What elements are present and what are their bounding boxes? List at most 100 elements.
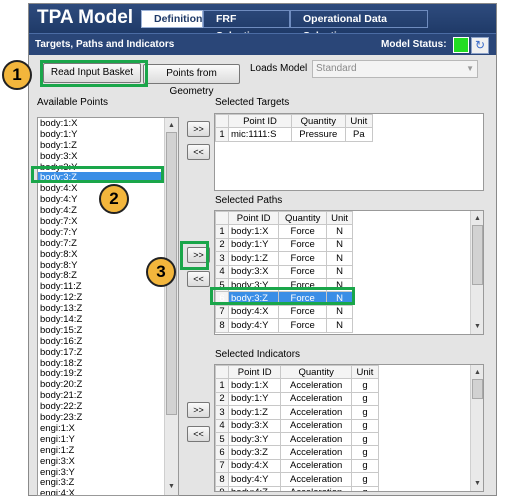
list-item[interactable]: body:7:X <box>38 216 178 227</box>
points-from-geometry-button[interactable]: Points from Geometry <box>143 64 240 97</box>
scroll-down-icon[interactable]: ▼ <box>165 481 178 493</box>
table-row[interactable]: 4 body:3:X Force N <box>215 264 353 279</box>
selected-indicators-label: Selected Indicators <box>215 349 301 360</box>
list-item[interactable]: body:14:Z <box>38 314 178 325</box>
list-item[interactable]: body:23:Z <box>38 412 178 423</box>
highlight-available-point <box>31 166 164 183</box>
list-item[interactable]: engi:3:Y <box>38 467 178 478</box>
column-header: Unit <box>350 365 380 380</box>
table-cell-quantity: Acceleration <box>280 418 352 433</box>
list-item[interactable]: engi:3:Z <box>38 477 178 488</box>
table-row[interactable]: 3 body:1:Z Force N <box>215 251 353 266</box>
list-item[interactable]: body:21:Z <box>38 390 178 401</box>
remove-indicator-button[interactable]: << <box>187 426 210 442</box>
table-row[interactable]: 4 body:3:X Acceleration g <box>215 418 380 433</box>
column-header: Unit <box>344 114 374 129</box>
list-item[interactable]: body:15:Z <box>38 325 178 336</box>
indicators-scrollbar[interactable]: ▲ ▼ <box>470 365 483 491</box>
table-cell-point: body:4:Y <box>227 318 280 333</box>
scroll-up-icon[interactable]: ▲ <box>471 213 483 225</box>
scroll-thumb[interactable] <box>472 225 483 285</box>
table-row[interactable]: 1 body:1:X Force N <box>215 224 353 239</box>
list-item[interactable]: body:20:Z <box>38 379 178 390</box>
row-number-header <box>215 114 229 129</box>
list-item[interactable]: body:22:Z <box>38 401 178 412</box>
list-item[interactable]: body:18:Z <box>38 358 178 369</box>
list-item[interactable]: body:13:Z <box>38 303 178 314</box>
table-cell-quantity: Acceleration <box>280 405 352 420</box>
list-item[interactable]: body:16:Z <box>38 336 178 347</box>
table-row[interactable]: 9body:4:ZAccelerationg <box>215 485 380 491</box>
list-item[interactable]: body:12:Z <box>38 292 178 303</box>
table-row[interactable]: 2 body:1:Y Force N <box>215 237 353 253</box>
tab-frf-selection[interactable]: FRF Selection <box>203 10 290 42</box>
table-cell-point: body:1:Y <box>227 237 280 253</box>
points-scrollbar[interactable]: ▲ ▼ <box>164 118 178 495</box>
list-item[interactable]: body:3:X <box>38 151 178 162</box>
table-cell-quantity: Acceleration <box>280 445 352 460</box>
table-cell-point: body:4:Z <box>227 485 282 491</box>
selected-paths-panel: Point ID Quantity Unit 1 body:1:X Force N 2 b… <box>214 210 484 335</box>
list-item[interactable]: engi:1:X <box>38 423 178 434</box>
table-row[interactable]: 6 body:3:Z Acceleration g <box>215 445 380 460</box>
table-cell-quantity: Acceleration <box>280 472 352 487</box>
selected-targets-panel: Point ID Quantity Unit 1 mic:1111:S Pressu… <box>214 113 484 191</box>
list-item[interactable]: body:1:Y <box>38 129 178 140</box>
row-number-header <box>215 211 229 226</box>
list-item[interactable]: engi:1:Y <box>38 434 178 445</box>
table-cell-quantity: Force <box>278 318 328 333</box>
tab-definition[interactable]: Definition <box>141 10 203 28</box>
table-row[interactable]: 7 body:4:X Acceleration g <box>215 458 380 474</box>
table-row[interactable]: 2 body:1:Y Acceleration g <box>215 391 380 407</box>
column-header: Unit <box>326 211 353 226</box>
list-item[interactable]: engi:4:X <box>38 488 178 495</box>
table-row[interactable]: 8 body:4:Y Force N <box>215 318 353 333</box>
table-row[interactable]: 1 body:1:X Acceleration g <box>215 378 380 393</box>
list-item[interactable]: engi:1:Z <box>38 445 178 456</box>
scroll-down-icon[interactable]: ▼ <box>471 321 483 333</box>
table-cell-unit: Pa <box>344 127 374 142</box>
add-indicator-button[interactable]: >> <box>187 402 210 418</box>
table-row[interactable]: 5 body:3:Y Acceleration g <box>215 431 380 447</box>
table-cell-point: body:1:Z <box>227 405 282 420</box>
paths-scrollbar[interactable]: ▲ ▼ <box>470 211 483 334</box>
table-cell-point: body:1:Y <box>227 391 282 407</box>
model-status-indicator <box>453 37 469 53</box>
table-cell-unit: g <box>350 431 380 447</box>
remove-target-button[interactable]: << <box>187 144 210 160</box>
table-row[interactable]: 8 body:4:Y Acceleration g <box>215 472 380 487</box>
add-target-button[interactable]: >> <box>187 121 210 137</box>
section-title: Targets, Paths and Indicators <box>35 39 175 50</box>
table-row[interactable]: 1 mic:1111:S Pressure Pa <box>215 127 374 142</box>
list-item[interactable]: body:19:Z <box>38 368 178 380</box>
list-item[interactable]: body:1:X <box>38 118 178 129</box>
list-item[interactable]: body:7:Y <box>38 227 178 238</box>
table-cell-n: 1 <box>215 127 229 142</box>
table-cell-unit: g <box>350 418 380 433</box>
loads-model-select[interactable]: Standard ▼ <box>312 60 478 78</box>
list-item[interactable]: body:7:Z <box>38 238 178 249</box>
highlight-read-input-basket <box>40 60 148 87</box>
table-cell-unit: g <box>350 378 380 393</box>
table-cell-n: 2 <box>215 237 229 253</box>
table-cell-unit: g <box>350 445 380 460</box>
scroll-up-icon[interactable]: ▲ <box>165 120 178 132</box>
table-cell-unit: N <box>326 237 353 253</box>
scroll-thumb[interactable] <box>472 379 483 399</box>
refresh-icon[interactable]: ↻ <box>471 37 489 54</box>
scroll-up-icon[interactable]: ▲ <box>471 367 483 379</box>
list-item[interactable]: body:1:Z <box>38 140 178 151</box>
table-cell-point: body:4:X <box>227 304 280 320</box>
highlight-add-path-button <box>180 241 209 270</box>
tab-operational-data-selection[interactable]: Operational Data Selection <box>290 10 428 42</box>
table-row[interactable]: 7 body:4:X Force N <box>215 304 353 320</box>
scroll-down-icon[interactable]: ▼ <box>471 478 483 490</box>
list-item[interactable]: body:17:Z <box>38 347 178 358</box>
list-item[interactable]: engi:3:X <box>38 456 178 467</box>
remove-path-button[interactable]: << <box>187 271 210 287</box>
table-cell-n: 1 <box>215 378 229 393</box>
table-row[interactable]: 3 body:1:Z Acceleration g <box>215 405 380 420</box>
table-cell-n: 4 <box>215 418 229 433</box>
table-cell-unit: g <box>350 405 380 420</box>
table-cell-n: 3 <box>215 251 229 266</box>
